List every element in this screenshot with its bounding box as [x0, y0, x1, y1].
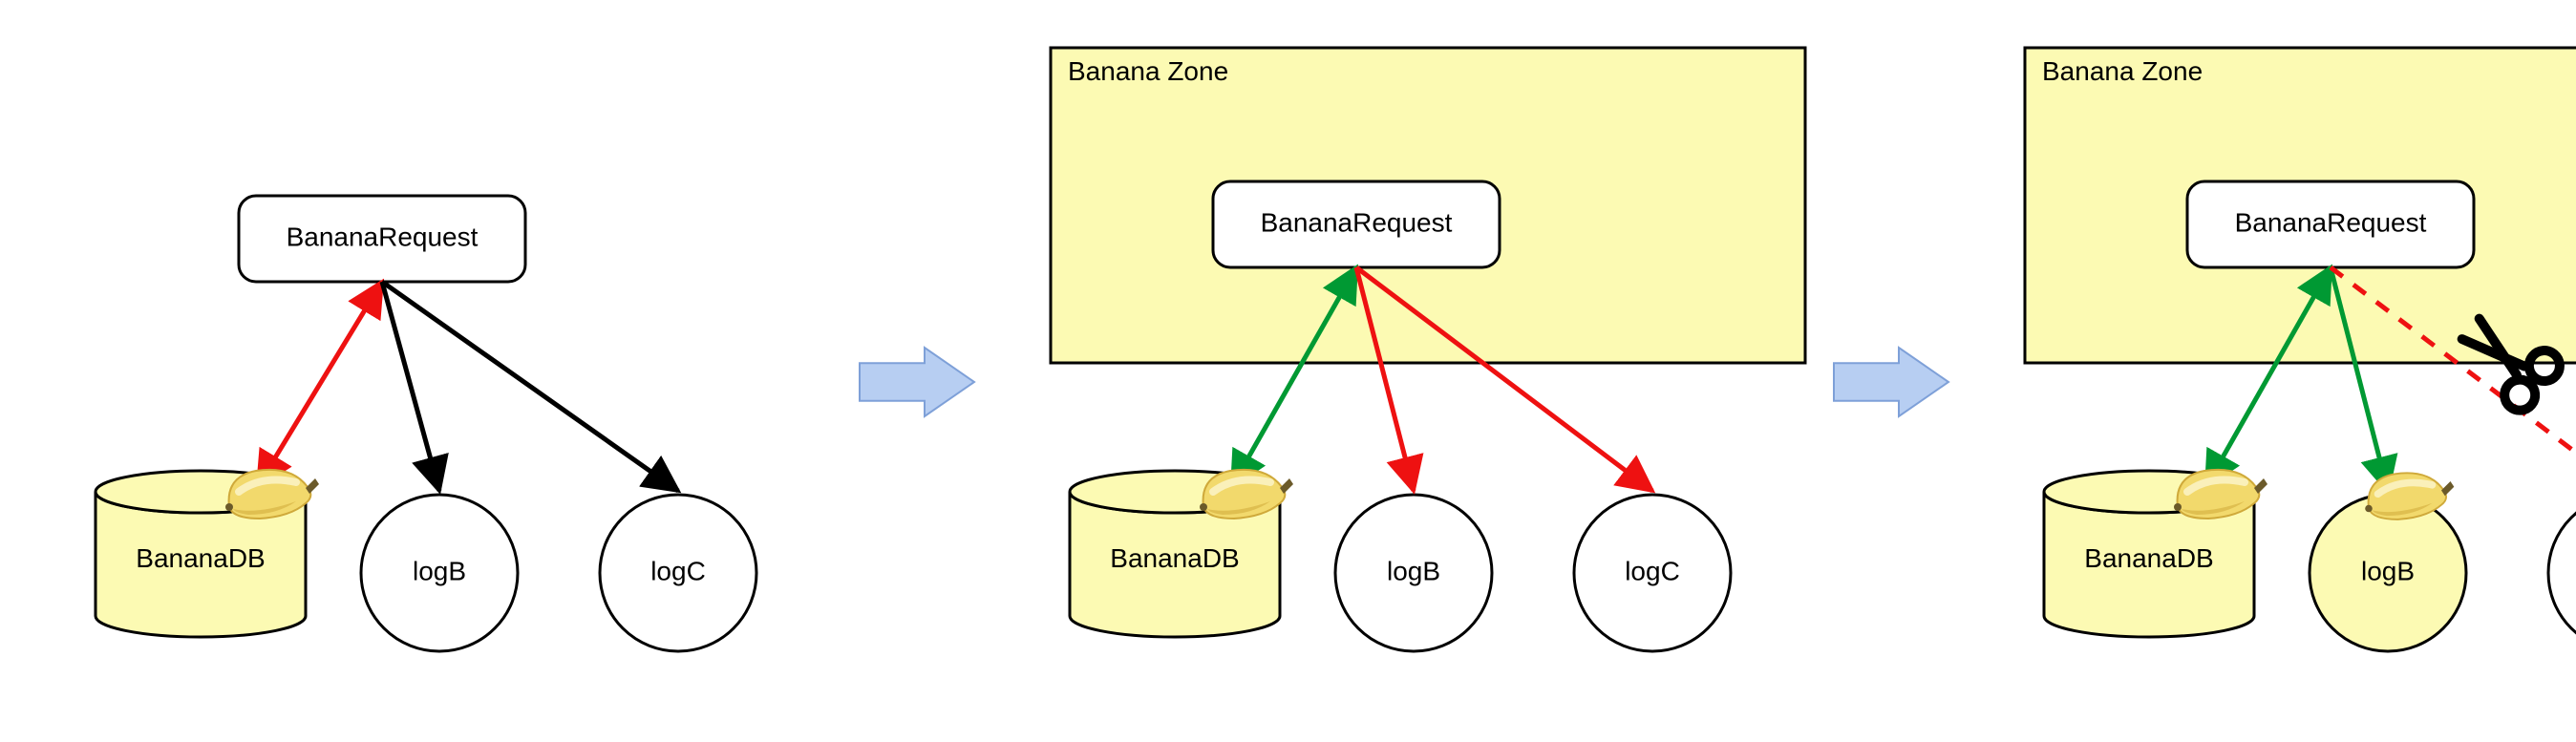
logB-label: logB — [1387, 556, 1440, 585]
arrow-logC — [382, 282, 678, 491]
transition-arrow — [1834, 348, 1948, 416]
panel-0: BananaRequest BananaDB logB logC — [96, 196, 756, 651]
zone-label: Banana Zone — [2042, 56, 2203, 86]
logC-label: logC — [650, 556, 706, 585]
db-label: BananaDB — [1110, 543, 1239, 573]
arrow-logB — [382, 282, 439, 491]
panel-1: Banana Zone BananaRequest BananaDB logB logC — [1051, 48, 1805, 651]
request-label: BananaRequest — [2235, 207, 2427, 237]
db-label: BananaDB — [136, 543, 265, 573]
db-label: BananaDB — [2084, 543, 2213, 573]
logC-label: logC — [1625, 556, 1680, 585]
arrow-db — [258, 282, 382, 486]
panel-2: Banana ZoneBananaRequestBananaDBlogBlogC — [2025, 48, 2576, 651]
transition-arrow — [860, 348, 974, 416]
logB-label: logB — [413, 556, 466, 585]
logB-label: logB — [2361, 556, 2415, 585]
request-label: BananaRequest — [287, 222, 479, 251]
logC-node — [2548, 495, 2576, 651]
banana-icon — [2365, 473, 2454, 519]
diagram-root: BananaRequestBananaDBlogBlogCBanana Zone… — [19, 19, 2576, 723]
request-label: BananaRequest — [1261, 207, 1453, 237]
zone-label: Banana Zone — [1068, 56, 1228, 86]
